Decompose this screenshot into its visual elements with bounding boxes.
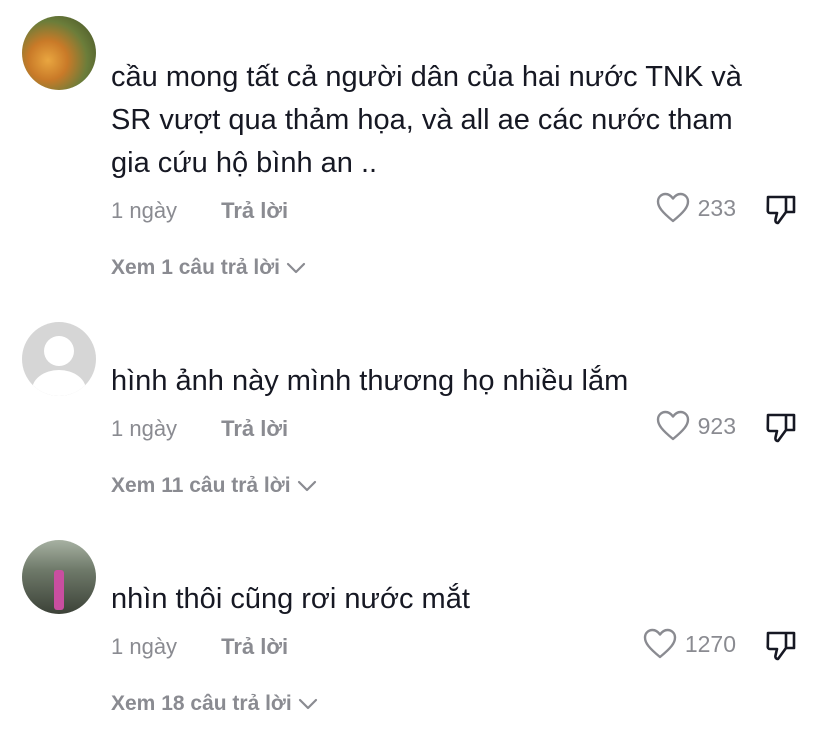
reply-button[interactable]: Trả lời bbox=[221, 634, 288, 659]
thumbs-down-icon[interactable] bbox=[764, 192, 798, 226]
comment-text: cầu mong tất cả người dân của hai nước T… bbox=[111, 61, 742, 179]
view-replies-button[interactable]: Xem 11 câu trả lời bbox=[111, 474, 317, 498]
avatar-head bbox=[44, 336, 74, 366]
heart-outline-icon bbox=[656, 410, 690, 442]
thumbs-down-icon[interactable] bbox=[764, 628, 798, 662]
view-replies-label: Xem 18 câu trả lời bbox=[111, 692, 292, 715]
like-button[interactable]: 923 bbox=[656, 410, 736, 442]
like-count: 233 bbox=[697, 194, 736, 221]
avatar[interactable] bbox=[22, 16, 96, 90]
view-replies-label: Xem 1 câu trả lời bbox=[111, 256, 281, 279]
like-button[interactable]: 1270 bbox=[643, 628, 736, 660]
heart-outline-icon bbox=[643, 628, 677, 660]
avatar-shoulders bbox=[32, 370, 86, 396]
comment-text: hình ảnh này mình thương họ nhiều lắm bbox=[111, 365, 629, 397]
view-replies-button[interactable]: Xem 18 câu trả lời bbox=[111, 692, 318, 716]
comment-meta: 1 ngày Trả lời bbox=[111, 634, 288, 660]
view-replies-button[interactable]: Xem 1 câu trả lời bbox=[111, 256, 306, 280]
chevron-down-icon bbox=[286, 262, 306, 274]
heart-outline-icon bbox=[656, 192, 690, 224]
reply-button[interactable]: Trả lời bbox=[221, 416, 288, 441]
thumbs-down-icon[interactable] bbox=[764, 410, 798, 444]
comment-time: 1 ngày bbox=[111, 634, 178, 659]
chevron-down-icon bbox=[298, 698, 318, 710]
reply-button[interactable]: Trả lời bbox=[221, 198, 288, 223]
avatar[interactable] bbox=[22, 322, 96, 396]
comment-meta: 1 ngày Trả lời bbox=[111, 198, 288, 224]
avatar[interactable] bbox=[22, 540, 96, 614]
like-count: 1270 bbox=[684, 630, 736, 657]
comment-meta: 1 ngày Trả lời bbox=[111, 416, 288, 442]
view-replies-label: Xem 11 câu trả lời bbox=[111, 474, 291, 497]
like-count: 923 bbox=[697, 412, 736, 439]
like-button[interactable]: 233 bbox=[656, 192, 736, 224]
comment-text: nhìn thôi cũng rơi nước mắt bbox=[111, 583, 470, 615]
chevron-down-icon bbox=[297, 480, 317, 492]
avatar-figure bbox=[54, 570, 64, 610]
comment-time: 1 ngày bbox=[111, 416, 178, 441]
comment-time: 1 ngày bbox=[111, 198, 178, 223]
